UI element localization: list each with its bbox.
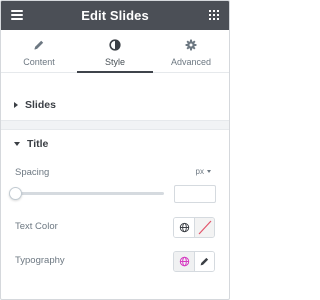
- widgets-grid-icon[interactable]: [209, 10, 219, 20]
- text-color-label: Text Color: [15, 221, 58, 232]
- section-title-toggle[interactable]: Title: [1, 129, 229, 159]
- spacing-label: Spacing: [15, 167, 50, 178]
- panel-header: Edit Slides: [1, 1, 229, 30]
- panel-tabs: Content Style Advanced: [1, 30, 229, 73]
- globe-icon: [179, 256, 189, 267]
- spacing-slider-handle[interactable]: [9, 187, 22, 200]
- tab-advanced-label: Advanced: [170, 57, 212, 67]
- caret-down-icon: [14, 142, 20, 146]
- panel-title: Edit Slides: [81, 8, 149, 23]
- section-slides-toggle[interactable]: Slides: [1, 90, 229, 120]
- global-typography-button[interactable]: [174, 252, 194, 271]
- typography-label: Typography: [15, 255, 65, 266]
- tab-style-label: Style: [104, 57, 125, 67]
- pencil-icon: [33, 38, 45, 52]
- spacing-slider-track[interactable]: [15, 192, 164, 195]
- global-color-button[interactable]: [174, 218, 194, 237]
- half-circle-icon: [109, 38, 121, 52]
- section-title-label: Title: [27, 138, 49, 150]
- gear-icon: [185, 38, 197, 52]
- tab-style[interactable]: Style: [77, 30, 153, 73]
- tab-content-label: Content: [23, 57, 55, 67]
- edit-typography-button[interactable]: [194, 252, 214, 271]
- unit-value: px: [195, 167, 204, 176]
- caret-right-icon: [14, 102, 18, 108]
- chevron-down-icon: [207, 170, 211, 173]
- tab-content[interactable]: Content: [1, 30, 77, 72]
- text-color-controls: [173, 217, 215, 238]
- tab-advanced[interactable]: Advanced: [153, 30, 229, 72]
- typography-controls: [173, 251, 215, 272]
- no-color-slash-icon: [198, 220, 212, 235]
- color-picker-swatch[interactable]: [194, 218, 214, 237]
- section-slides-label: Slides: [25, 99, 56, 111]
- unit-selector[interactable]: px: [196, 167, 211, 176]
- pencil-icon: [200, 257, 209, 266]
- editor-panel: Edit Slides Content Style Advanced Slide…: [0, 0, 230, 300]
- globe-icon: [179, 222, 189, 233]
- spacing-input[interactable]: [174, 185, 216, 203]
- hamburger-menu-icon[interactable]: [11, 10, 23, 20]
